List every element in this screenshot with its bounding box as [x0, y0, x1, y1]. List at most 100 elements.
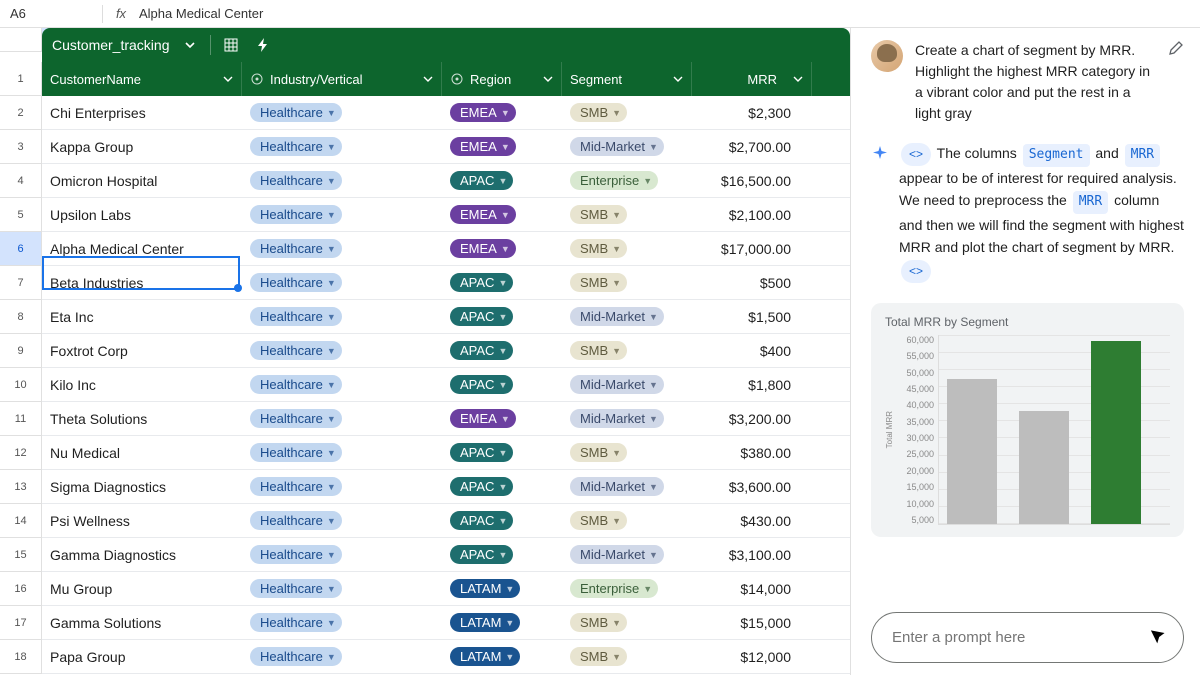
- pill-region[interactable]: LATAM ▼: [450, 579, 520, 598]
- cell-industry[interactable]: Healthcare ▼: [242, 470, 442, 503]
- row-header-5[interactable]: 5: [0, 198, 42, 232]
- cell-mrr[interactable]: $12,000: [692, 640, 812, 673]
- cell-mrr[interactable]: $3,600.00: [692, 470, 812, 503]
- chevron-down-icon[interactable]: [423, 74, 433, 84]
- table-row[interactable]: Upsilon LabsHealthcare ▼EMEA ▼SMB ▼$2,10…: [42, 198, 850, 232]
- table-row[interactable]: Eta IncHealthcare ▼APAC ▼Mid-Market ▼$1,…: [42, 300, 850, 334]
- cell-industry[interactable]: Healthcare ▼: [242, 436, 442, 469]
- cell-segment[interactable]: Enterprise ▼: [562, 572, 692, 605]
- table-row[interactable]: Papa GroupHealthcare ▼LATAM ▼SMB ▼$12,00…: [42, 640, 850, 674]
- cell-industry[interactable]: Healthcare ▼: [242, 606, 442, 639]
- pill-segment[interactable]: Mid-Market ▼: [570, 477, 664, 496]
- cell-customername[interactable]: Papa Group: [42, 640, 242, 673]
- pill-segment[interactable]: Mid-Market ▼: [570, 545, 664, 564]
- row-header-6[interactable]: 6: [0, 232, 42, 266]
- cell-region[interactable]: LATAM ▼: [442, 572, 562, 605]
- pill-segment[interactable]: SMB ▼: [570, 103, 627, 122]
- pill-region[interactable]: APAC ▼: [450, 511, 513, 530]
- cell-segment[interactable]: Mid-Market ▼: [562, 538, 692, 571]
- cell-segment[interactable]: Mid-Market ▼: [562, 470, 692, 503]
- table-row[interactable]: Kilo IncHealthcare ▼APAC ▼Mid-Market ▼$1…: [42, 368, 850, 402]
- prompt-input[interactable]: [892, 629, 1163, 646]
- cell-mrr[interactable]: $500: [692, 266, 812, 299]
- cell-region[interactable]: APAC ▼: [442, 368, 562, 401]
- cell-customername[interactable]: Sigma Diagnostics: [42, 470, 242, 503]
- pill-region[interactable]: APAC ▼: [450, 375, 513, 394]
- pill-industry[interactable]: Healthcare ▼: [250, 205, 342, 224]
- pill-industry[interactable]: Healthcare ▼: [250, 409, 342, 428]
- cell-segment[interactable]: SMB ▼: [562, 96, 692, 129]
- cell-mrr[interactable]: $380.00: [692, 436, 812, 469]
- row-header-15[interactable]: 15: [0, 538, 42, 572]
- table-row[interactable]: Omicron HospitalHealthcare ▼ APAC ▼ Enterp…: [42, 164, 850, 198]
- cell-industry[interactable]: Healthcare ▼: [242, 266, 442, 299]
- cell-region[interactable]: LATAM ▼: [442, 640, 562, 673]
- cell-industry[interactable]: Healthcare ▼: [242, 232, 442, 265]
- cell-region[interactable]: APAC ▼: [442, 504, 562, 537]
- chevron-down-icon[interactable]: [673, 74, 683, 84]
- cell-region[interactable]: EMEA ▼: [442, 198, 562, 231]
- cell-customername[interactable]: Omicron Hospital: [42, 164, 242, 197]
- pill-region[interactable]: EMEA ▼: [450, 409, 516, 428]
- pill-segment[interactable]: Enterprise ▼: [570, 171, 658, 190]
- row-header-11[interactable]: 11: [0, 402, 42, 436]
- cell-segment[interactable]: SMB ▼: [562, 334, 692, 367]
- pill-segment[interactable]: SMB ▼: [570, 239, 627, 258]
- code-expand-icon[interactable]: <>: [901, 260, 931, 283]
- row-header-12[interactable]: 12: [0, 436, 42, 470]
- cell-industry[interactable]: Healthcare ▼: [242, 402, 442, 435]
- cell-customername[interactable]: Mu Group: [42, 572, 242, 605]
- pill-region[interactable]: EMEA ▼: [450, 239, 516, 258]
- cell-industry[interactable]: Healthcare ▼: [242, 164, 442, 197]
- row-header-13[interactable]: 13: [0, 470, 42, 504]
- cell-region[interactable]: APAC ▼: [442, 266, 562, 299]
- pill-industry[interactable]: Healthcare ▼: [250, 307, 342, 326]
- pill-industry[interactable]: Healthcare ▼: [250, 613, 342, 632]
- pill-segment[interactable]: SMB ▼: [570, 511, 627, 530]
- code-expand-icon[interactable]: <>: [901, 143, 931, 166]
- cell-customername[interactable]: Theta Solutions: [42, 402, 242, 435]
- row-header-7[interactable]: 7: [0, 266, 42, 300]
- row-header-9[interactable]: 9: [0, 334, 42, 368]
- cell-mrr[interactable]: $400: [692, 334, 812, 367]
- cell-region[interactable]: EMEA ▼: [442, 402, 562, 435]
- cell-industry[interactable]: Healthcare ▼: [242, 572, 442, 605]
- pill-region[interactable]: APAC ▼: [450, 273, 513, 292]
- pill-industry[interactable]: Healthcare ▼: [250, 579, 342, 598]
- cell-customername[interactable]: Beta Industries: [42, 266, 242, 299]
- pill-region[interactable]: APAC ▼: [450, 341, 513, 360]
- cell-mrr[interactable]: $1,800: [692, 368, 812, 401]
- cell-region[interactable]: APAC ▼: [442, 300, 562, 333]
- pill-region[interactable]: APAC ▼: [450, 307, 513, 326]
- cell-customername[interactable]: Kappa Group: [42, 130, 242, 163]
- cell-customername[interactable]: Eta Inc: [42, 300, 242, 333]
- cell-segment[interactable]: SMB ▼: [562, 232, 692, 265]
- pill-segment[interactable]: Enterprise ▼: [570, 579, 658, 598]
- table-row[interactable]: Kappa GroupHealthcare ▼EMEA ▼Mid-Market …: [42, 130, 850, 164]
- chevron-down-icon[interactable]: [793, 74, 803, 84]
- pill-industry[interactable]: Healthcare ▼: [250, 341, 342, 360]
- pill-region[interactable]: APAC ▼: [450, 171, 513, 190]
- pill-industry[interactable]: Healthcare ▼: [250, 239, 342, 258]
- cell-segment[interactable]: SMB ▼: [562, 266, 692, 299]
- cell-mrr[interactable]: $2,700.00: [692, 130, 812, 163]
- row-header-1[interactable]: 1: [0, 62, 42, 96]
- cell-mrr[interactable]: $1,500: [692, 300, 812, 333]
- table-row[interactable]: Nu MedicalHealthcare ▼APAC ▼SMB ▼$380.00: [42, 436, 850, 470]
- cell-segment[interactable]: Mid-Market ▼: [562, 368, 692, 401]
- pill-region[interactable]: EMEA ▼: [450, 205, 516, 224]
- cell-region[interactable]: EMEA ▼: [442, 96, 562, 129]
- cell-customername[interactable]: Chi Enterprises: [42, 96, 242, 129]
- header-mrr[interactable]: MRR: [692, 62, 812, 96]
- cell-industry[interactable]: Healthcare ▼: [242, 96, 442, 129]
- cell-region[interactable]: APAC ▼: [442, 334, 562, 367]
- pill-region[interactable]: APAC ▼: [450, 477, 513, 496]
- cell-customername[interactable]: Gamma Solutions: [42, 606, 242, 639]
- prompt-input-box[interactable]: [871, 612, 1184, 663]
- pill-region[interactable]: EMEA ▼: [450, 137, 516, 156]
- pill-industry[interactable]: Healthcare ▼: [250, 647, 342, 666]
- cell-region[interactable]: LATAM ▼: [442, 606, 562, 639]
- cell-industry[interactable]: Healthcare ▼: [242, 538, 442, 571]
- cell-industry[interactable]: Healthcare ▼: [242, 130, 442, 163]
- pill-region[interactable]: LATAM ▼: [450, 647, 520, 666]
